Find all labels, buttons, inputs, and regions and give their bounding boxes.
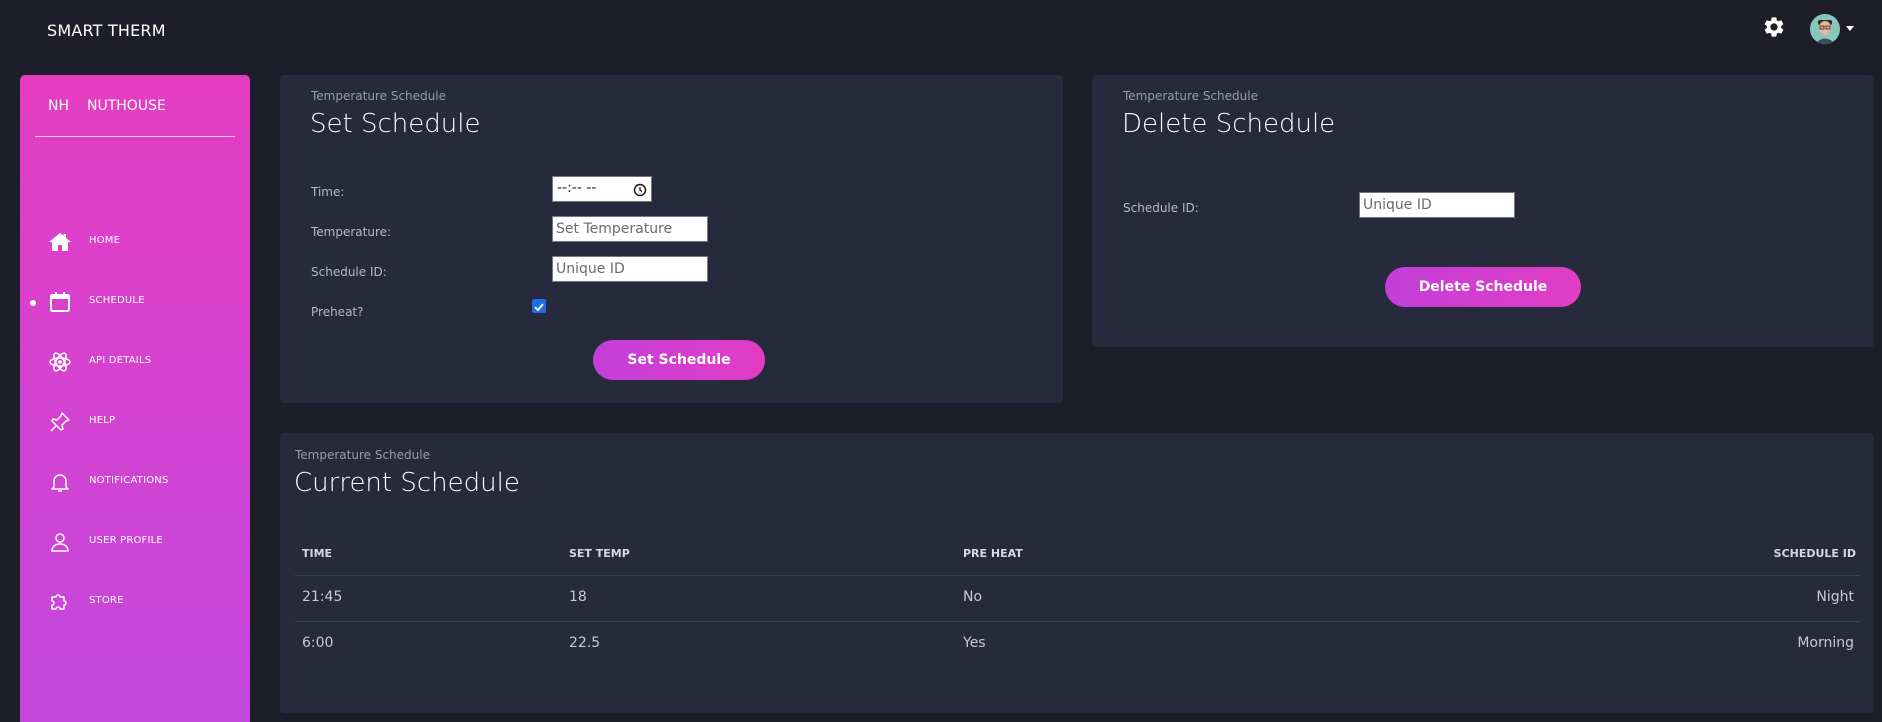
chevron-down-icon[interactable] [1846, 26, 1854, 31]
delete-schedule-card: Temperature Schedule Delete Schedule Sch… [1092, 75, 1874, 347]
delete-schedule-id-input[interactable] [1359, 192, 1515, 218]
column-header-schedule-id: SCHEDULE ID [1773, 547, 1856, 560]
time-value: --:-- -- [557, 180, 597, 196]
sidebar-item-label: NOTIFICATIONS [89, 475, 169, 486]
cell-schedule-id: Morning [1797, 635, 1854, 651]
sidebar-logo[interactable]: NH NUTHOUSE [20, 75, 250, 137]
logo-name[interactable]: NUTHOUSE [87, 98, 166, 114]
sidebar-item-label: API DETAILS [89, 355, 152, 366]
sidebar-item-store[interactable]: STORE [20, 582, 250, 622]
sidebar-item-label: STORE [89, 595, 124, 606]
sidebar-item-label: USER PROFILE [89, 535, 163, 546]
cell-time: 21:45 [302, 589, 343, 605]
time-input[interactable]: --:-- -- [552, 176, 652, 202]
bell-icon [51, 474, 69, 492]
card-category: Temperature Schedule [311, 89, 446, 103]
home-icon [49, 233, 71, 251]
sidebar-item-home[interactable]: HOME [20, 222, 250, 262]
preheat-checkbox[interactable] [532, 299, 546, 313]
sidebar-item-label: HOME [89, 235, 121, 246]
user-icon [51, 533, 69, 552]
temperature-input[interactable] [552, 216, 708, 242]
sidebar-item-user-profile[interactable]: USER PROFILE [20, 522, 250, 562]
cell-set-temp: 22.5 [569, 635, 601, 651]
avatar[interactable] [1810, 14, 1840, 44]
sidebar-item-help[interactable]: HELP [20, 402, 250, 442]
set-schedule-card: Temperature Schedule Set Schedule Time: … [280, 75, 1063, 403]
schedule-id-label: Schedule ID: [311, 265, 387, 279]
card-category: Temperature Schedule [1123, 89, 1258, 103]
current-schedule-card: Temperature Schedule Current Schedule [280, 433, 1874, 713]
brand-title[interactable]: SMART THERM [47, 21, 166, 40]
table-divider [295, 575, 1860, 576]
gear-icon[interactable] [1762, 15, 1786, 39]
atom-icon [49, 352, 71, 372]
schedule-id-label: Schedule ID: [1123, 201, 1199, 215]
delete-schedule-button[interactable]: Delete Schedule [1385, 267, 1581, 307]
puzzle-icon [51, 594, 67, 610]
preheat-label: Preheat? [311, 305, 364, 319]
clock-icon[interactable] [633, 183, 647, 197]
sidebar-item-schedule[interactable]: SCHEDULE [20, 282, 250, 322]
card-category: Temperature Schedule [295, 448, 430, 462]
logo-mini[interactable]: NH [48, 98, 69, 114]
sidebar-item-api-details[interactable]: API DETAILS [20, 342, 250, 382]
active-indicator [30, 300, 36, 306]
checkmark-icon [534, 303, 544, 312]
sidebar-divider [35, 136, 235, 137]
set-schedule-button[interactable]: Set Schedule [593, 340, 765, 380]
schedule-id-input[interactable] [552, 256, 708, 282]
card-title: Current Schedule [294, 468, 520, 498]
table-divider [295, 621, 1860, 622]
sidebar-item-label: SCHEDULE [89, 295, 145, 306]
column-header-pre-heat: PRE HEAT [963, 547, 1023, 560]
pin-icon [50, 412, 70, 432]
time-label: Time: [311, 185, 345, 199]
column-header-time: TIME [302, 547, 333, 560]
card-title: Set Schedule [310, 109, 481, 139]
column-header-set-temp: SET TEMP [569, 547, 630, 560]
cell-time: 6:00 [302, 635, 334, 651]
temperature-label: Temperature: [311, 225, 392, 239]
sidebar-item-label: HELP [89, 415, 116, 426]
user-menu[interactable] [1810, 14, 1856, 44]
cell-schedule-id: Night [1816, 589, 1854, 605]
top-navbar: SMART THERM [0, 0, 1882, 62]
sidebar: NH NUTHOUSE HOME SCHEDULE API DETAILS HE… [20, 75, 250, 722]
calendar-icon [50, 292, 70, 312]
cell-pre-heat: Yes [963, 635, 986, 651]
cell-pre-heat: No [963, 589, 983, 605]
cell-set-temp: 18 [569, 589, 587, 605]
card-title: Delete Schedule [1122, 109, 1336, 139]
sidebar-item-notifications[interactable]: NOTIFICATIONS [20, 462, 250, 502]
